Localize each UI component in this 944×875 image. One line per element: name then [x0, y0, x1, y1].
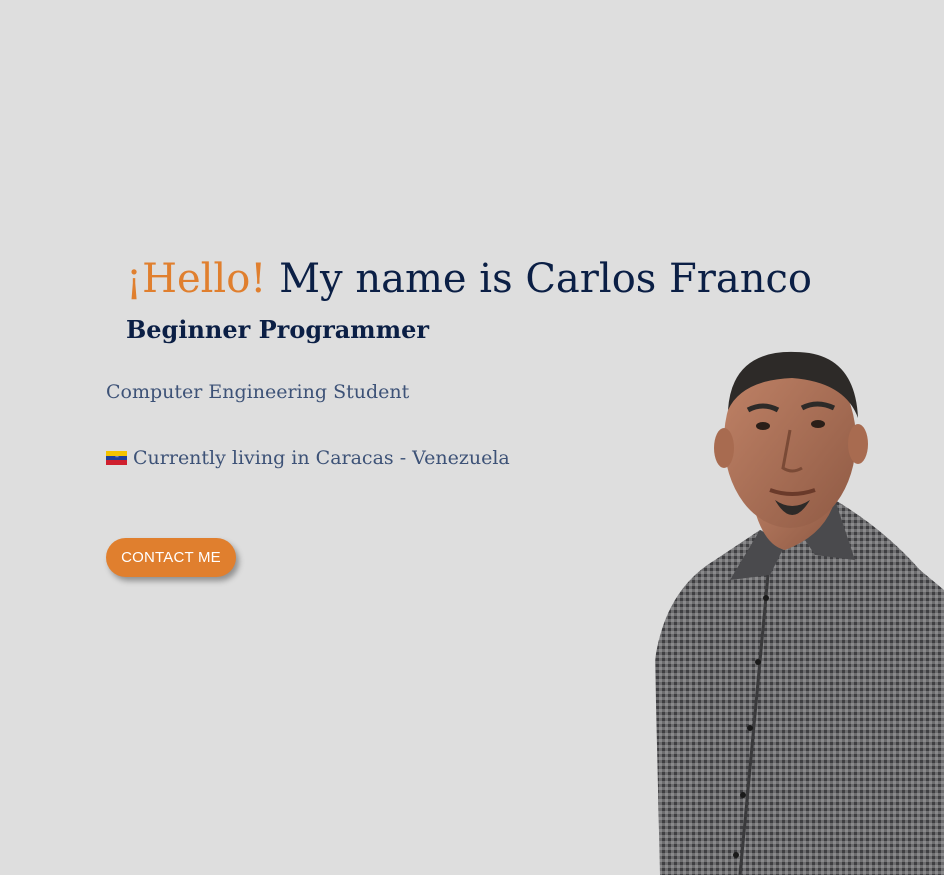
location-text: Currently living in Caracas - Venezuela	[133, 447, 510, 469]
name-text: My name is Carlos Franco	[279, 256, 812, 302]
profile-photo	[655, 351, 944, 875]
hero-section: ¡Hello! My name is Carlos Franco Beginne…	[0, 0, 944, 875]
contact-me-button[interactable]: CONTACT ME	[106, 538, 236, 577]
study-text: Computer Engineering Student	[106, 381, 410, 403]
location-line: ····· Currently living in Caracas - Vene…	[106, 445, 510, 471]
role-subtitle: Beginner Programmer	[126, 315, 429, 344]
hero-headline: ¡Hello! My name is Carlos Franco	[126, 252, 812, 306]
greeting-text: ¡Hello!	[126, 256, 267, 302]
venezuela-flag-icon: ·····	[106, 451, 127, 465]
